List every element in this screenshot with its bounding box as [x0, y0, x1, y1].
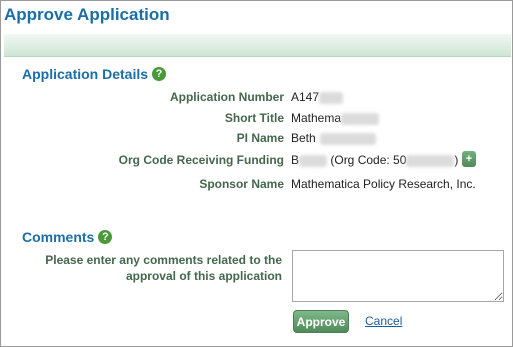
pi-name-text: Beth: [291, 131, 316, 145]
cancel-link[interactable]: Cancel: [365, 314, 402, 328]
add-org-button[interactable]: +: [462, 151, 476, 167]
page-title: Approve Application: [4, 5, 170, 24]
redacted-text: [299, 154, 328, 167]
help-icon[interactable]: ?: [152, 67, 167, 81]
pi-name-label: PI Name: [236, 131, 284, 145]
plus-icon: +: [465, 153, 473, 165]
comments-label: Please enter any comments related to the…: [45, 253, 282, 283]
redacted-text: [341, 112, 380, 125]
redacted-text: [319, 91, 344, 104]
org-name-text: B: [291, 153, 300, 167]
pi-name-value: Beth: [291, 131, 376, 145]
short-title-label: Short Title: [224, 111, 284, 125]
org-code-value: B (Org Code: 50): [291, 153, 458, 167]
application-details-heading: Application Details ?: [22, 66, 167, 82]
org-code-label: Org Code Receiving Funding: [118, 153, 284, 167]
sponsor-name-value: Mathematica Policy Research, Inc.: [291, 177, 476, 191]
comments-textarea[interactable]: [292, 250, 504, 302]
application-number-text: A147: [291, 90, 320, 104]
help-icon[interactable]: ?: [98, 230, 113, 244]
org-code-close: ): [454, 153, 459, 167]
redacted-text: [406, 154, 455, 167]
header-bar: [4, 34, 511, 57]
application-number-value: A147: [291, 90, 344, 104]
application-number-label: Application Number: [169, 90, 284, 104]
approve-button[interactable]: Approve: [293, 310, 349, 333]
org-code-text: (Org Code: 50: [330, 153, 407, 167]
short-title-text: Mathema: [291, 111, 342, 125]
comments-title: Comments: [22, 229, 95, 245]
application-details-title: Application Details: [22, 66, 149, 82]
approve-application-page: Approve Application Application Details …: [0, 0, 513, 347]
short-title-value: Mathema: [291, 111, 380, 125]
comments-heading: Comments ?: [22, 229, 113, 245]
sponsor-name-label: Sponsor Name: [199, 177, 284, 191]
redacted-text: [319, 132, 376, 145]
